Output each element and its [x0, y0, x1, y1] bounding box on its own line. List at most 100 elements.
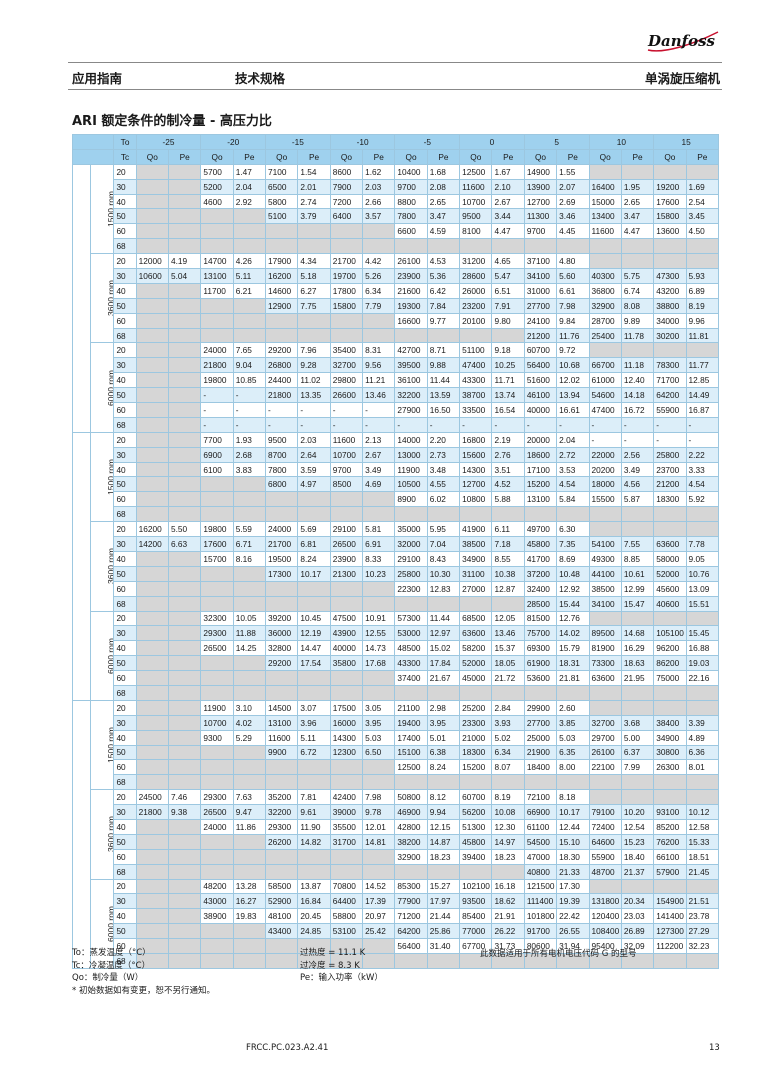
qo-value: 32000 — [394, 536, 428, 552]
qo-value — [588, 238, 622, 255]
qo-value: 35200 — [265, 789, 299, 806]
qo-value: 60700 — [523, 342, 558, 359]
pe-value: 16.87 — [685, 402, 720, 418]
pe-value: 7.81 — [297, 789, 331, 806]
qo-value: 46900 — [394, 804, 428, 820]
qo-value: 13100 — [523, 491, 558, 508]
qo-value: 18400 — [523, 759, 558, 776]
pe-value: 1.95 — [620, 178, 655, 195]
qo-value — [329, 223, 364, 240]
pe-value: 4.42 — [362, 253, 396, 270]
pe-value — [232, 297, 267, 314]
rpm-label: 1500 rpm — [106, 190, 114, 227]
tc-value: 60 — [113, 759, 137, 776]
pe-value — [168, 402, 202, 418]
pe-value — [620, 238, 655, 255]
qo-value: 68500 — [459, 610, 493, 627]
qo-value — [135, 327, 170, 344]
qo-value — [394, 863, 428, 880]
qo-value: 14500 — [265, 699, 299, 716]
qo-value: 111400 — [523, 893, 558, 910]
qo-value — [329, 684, 364, 701]
table-row: 40 19800 10.85 24400 11.02 29800 11.21 36100 11.… — [73, 372, 720, 389]
pe-value: 8.31 — [362, 342, 396, 359]
pe-value: 8.19 — [491, 789, 525, 806]
legend-tc: Tc：冷凝温度（°C） — [72, 960, 151, 971]
qo-value: 32900 — [394, 848, 428, 865]
pe-value: 13.59 — [426, 387, 461, 404]
pe-value: 6.42 — [426, 282, 461, 299]
qo-value — [135, 878, 170, 895]
pe-value: 4.55 — [426, 476, 461, 493]
pe-value: 16.50 — [426, 402, 461, 418]
pe-value: 22.42 — [556, 908, 590, 925]
qo-value: 34900 — [459, 550, 493, 567]
pe-value: 15.33 — [685, 833, 720, 850]
qo-value — [200, 655, 234, 672]
pe-value: 16.27 — [232, 893, 267, 910]
pe-value: 5.01 — [426, 729, 461, 746]
pe-value: 6.11 — [491, 521, 525, 538]
rpm-label: 6000 rpm — [106, 637, 114, 674]
pe-value: - — [620, 431, 655, 448]
qo-value: 21000 — [459, 729, 493, 746]
pe-value: - — [232, 416, 267, 433]
qo-value: 19800 — [200, 372, 234, 389]
pe-value: - — [491, 416, 525, 433]
pe-value: - — [556, 416, 590, 433]
pe-value: - — [232, 387, 267, 404]
pe-value: 17.68 — [362, 655, 396, 672]
qo-value: 24000 — [200, 818, 234, 835]
tc-value: 40 — [113, 193, 137, 210]
header-pe: Pe — [297, 148, 331, 165]
header-to-value: -25 — [135, 134, 202, 150]
qo-value: 60700 — [459, 789, 493, 806]
qo-value: 15700 — [200, 550, 234, 567]
qo-value — [135, 714, 170, 731]
qo-value — [329, 491, 364, 508]
pe-value: 11.76 — [556, 327, 590, 344]
pe-value: 3.57 — [362, 208, 396, 225]
pe-value: 5.84 — [556, 491, 590, 508]
pe-value — [168, 759, 202, 776]
pe-value: 15.51 — [685, 595, 720, 612]
pe-value: 6.27 — [297, 282, 331, 299]
pe-value: 18.23 — [491, 848, 525, 865]
pe-value — [620, 878, 655, 895]
pe-value: 7.46 — [168, 789, 202, 806]
pe-value: 8.01 — [685, 759, 720, 776]
qo-value — [200, 774, 234, 791]
pe-value — [232, 327, 267, 344]
qo-value: 54600 — [588, 387, 622, 404]
qo-value: 12500 — [394, 759, 428, 776]
pe-value: 21.33 — [556, 863, 590, 880]
pe-value: 12.05 — [491, 610, 525, 627]
pe-value: 9.89 — [620, 312, 655, 329]
pe-value — [168, 506, 202, 523]
qo-value: 42800 — [394, 818, 428, 835]
tc-value: 50 — [113, 655, 137, 672]
qo-value: 11600 — [265, 729, 299, 746]
pe-value: 3.85 — [556, 714, 590, 731]
pe-value: 3.51 — [491, 461, 525, 478]
qo-value: 63600 — [459, 625, 493, 642]
header-qo: Qo — [265, 148, 299, 165]
pe-value — [491, 506, 525, 523]
qo-value — [588, 253, 622, 270]
pe-value: 3.47 — [620, 208, 655, 225]
qo-value — [265, 952, 299, 969]
pe-value — [168, 163, 202, 180]
qo-value: 38400 — [653, 714, 687, 731]
qo-value: 11600 — [329, 431, 364, 448]
pe-value: 23.78 — [685, 908, 720, 925]
pe-value — [491, 863, 525, 880]
qo-value: 54100 — [588, 536, 622, 552]
header-blank — [71, 134, 115, 150]
pe-value: 8.55 — [491, 550, 525, 567]
pe-value: 8.71 — [426, 342, 461, 359]
tc-value: 20 — [113, 878, 137, 895]
pe-value: 4.47 — [620, 223, 655, 240]
qo-value: 77000 — [459, 923, 493, 940]
pe-value: 14.73 — [362, 640, 396, 657]
qo-value — [329, 759, 364, 776]
